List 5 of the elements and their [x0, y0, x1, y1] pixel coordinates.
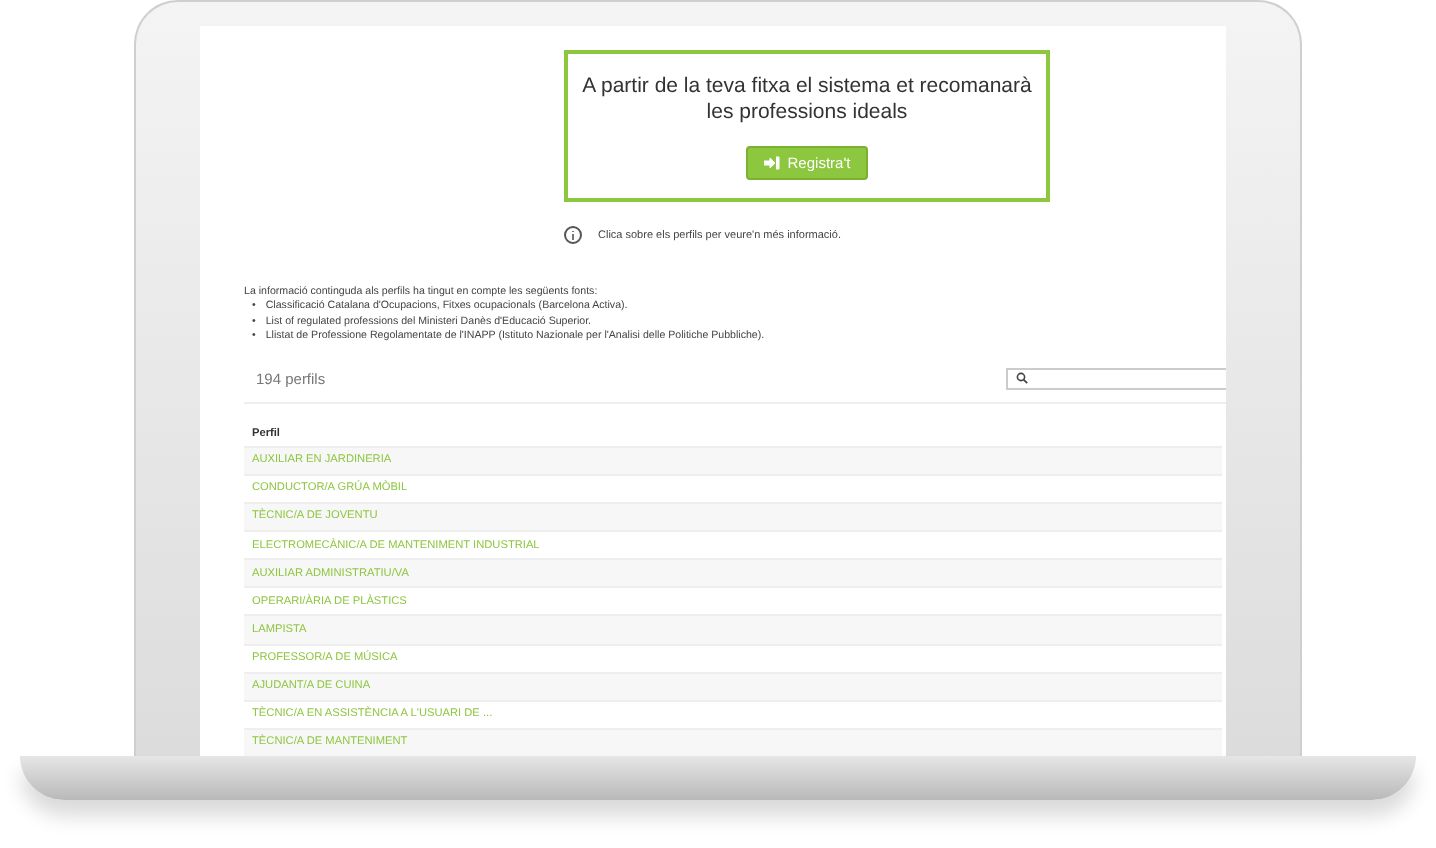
search-field[interactable] [1006, 367, 1226, 390]
sign-in-icon [763, 156, 780, 170]
info-icon [564, 226, 582, 245]
promo-text: A partir de la teva fitxa el sistema et recomanarà les professions ideals [580, 74, 1034, 126]
search-icon [1016, 372, 1028, 385]
